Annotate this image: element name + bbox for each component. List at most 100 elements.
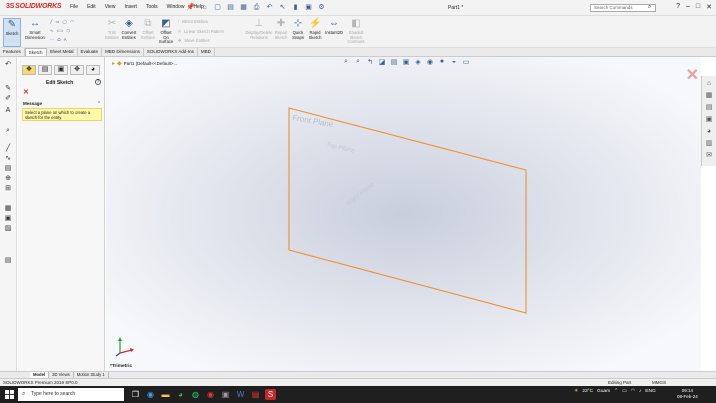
solidworks-resources-icon[interactable]: ⌂ [705, 79, 714, 88]
edge-browser-icon[interactable]: ◉ [145, 389, 156, 400]
search-commands-input[interactable]: Search Commands [590, 4, 656, 12]
open-folder-icon[interactable]: ▤ [226, 3, 235, 12]
front-plane-label[interactable]: Front Plane [292, 113, 335, 129]
layers-icon[interactable]: ▤ [3, 257, 13, 265]
wifi-icon[interactable]: ◠ [631, 389, 635, 394]
message-header[interactable]: Message [23, 101, 103, 106]
image-icon[interactable]: ▨ [3, 225, 13, 233]
ellipse-icon[interactable]: ⬭ [57, 37, 61, 42]
repair-sketch-button[interactable]: ✚ Repair Sketch [273, 18, 289, 40]
top-plane-label[interactable]: Top Plane [326, 141, 356, 155]
menu-file[interactable]: File [70, 4, 78, 10]
mirror-entities-button[interactable]: ⫶ Mirror Entities [178, 19, 208, 24]
tab-evaluate[interactable]: Evaluate [78, 48, 103, 56]
menu-tools[interactable]: Tools [146, 4, 158, 10]
polygon-icon[interactable]: ⬡ [67, 28, 71, 33]
weather-temp[interactable]: 23°C [582, 389, 593, 394]
graphics-area[interactable]: ▸ ◆ Part1 (Default<<Default>... ⌕ ⌕ ↰ ◪ … [106, 57, 701, 371]
pin-icon[interactable]: 📌 [186, 3, 195, 12]
rectangle-icon[interactable]: ▭ [56, 19, 60, 24]
offset-entities-button[interactable]: ⧉ Offset Entities [140, 18, 156, 40]
pdf-icon[interactable]: ▤ [250, 389, 261, 400]
windows-start-icon[interactable] [5, 390, 14, 399]
task-view-icon[interactable]: ❐ [130, 389, 141, 400]
tab-solidworks-add-ins[interactable]: SOLIDWORKS Add-Ins [144, 48, 198, 56]
tab-sheet-metal[interactable]: Sheet Metal [47, 48, 78, 56]
word-icon[interactable]: W [235, 389, 246, 400]
convert-entities-button[interactable]: ◈ Convert Entities [120, 18, 138, 40]
file-explorer-icon[interactable]: ▬ [160, 389, 171, 400]
save-icon[interactable]: ▦ [239, 3, 248, 12]
point-icon[interactable]: ⊕ [3, 175, 13, 183]
minimize-icon[interactable]: – [686, 3, 690, 11]
media-icon[interactable]: ▣ [220, 389, 231, 400]
offset-on-surface-button[interactable]: ◩ Offset On Surface [158, 18, 174, 45]
block-icon[interactable]: ▣ [3, 215, 13, 223]
pencil-icon[interactable]: ✎ [3, 85, 13, 93]
text-icon[interactable]: A [3, 107, 13, 115]
relations-icon[interactable]: ⊞ [3, 185, 13, 193]
trim-entities-button[interactable]: ✂ Trim Entities [104, 18, 120, 40]
volume-icon[interactable]: ♪ [639, 389, 641, 394]
cancel-x-button[interactable]: ✕ [23, 88, 29, 96]
front-plane-outline[interactable] [288, 107, 527, 314]
circle-icon[interactable]: ◯ [63, 19, 68, 24]
line-icon[interactable]: ╱ [3, 145, 13, 153]
design-library-icon[interactable]: ▦ [705, 91, 714, 100]
whatsapp-icon[interactable]: ◍ [190, 389, 201, 400]
appearances-icon[interactable]: ◕ [705, 127, 714, 136]
shaded-sketch-contours-button[interactable]: ◧ Shaded Sketch Contours [345, 18, 367, 45]
property-manager-icon[interactable]: ▤ [38, 65, 52, 75]
network-icon[interactable]: ▭ [622, 389, 627, 394]
select-arrow-icon[interactable]: ↖ [278, 3, 287, 12]
forum-icon[interactable]: ✉ [705, 151, 714, 160]
rapid-sketch-button[interactable]: ⚡ Rapid Sketch [307, 18, 323, 40]
sketch-button[interactable]: ✎ Sketch [3, 18, 21, 47]
help-icon[interactable]: ? [95, 79, 101, 85]
table-icon[interactable]: ▦ [3, 205, 13, 213]
weather-icon[interactable]: ☀ [574, 389, 578, 394]
tab-mbd[interactable]: MBD [198, 48, 215, 56]
language-indicator[interactable]: ENG [645, 389, 655, 394]
weather-desc[interactable]: Guam [597, 389, 610, 394]
centerline-icon[interactable]: ⋯ [50, 37, 54, 42]
tab-features[interactable]: Features [0, 48, 25, 56]
smart-dimension-button[interactable]: ↔ Smart Dimension [24, 18, 46, 40]
linear-pattern-button[interactable]: ⠿ Linear Sketch Pattern [178, 29, 224, 34]
configuration-manager-icon[interactable]: ▣ [54, 65, 68, 75]
home-icon[interactable]: ⌂ [200, 3, 209, 12]
text-tool-icon[interactable]: A [64, 37, 67, 42]
units-selector[interactable]: MMGS [652, 379, 666, 386]
display-delete-relations-button[interactable]: ⊥ Display/Delete Relations [244, 18, 274, 40]
instant2d-button[interactable]: ⇔ Instant2D [324, 18, 344, 36]
menu-edit[interactable]: Edit [87, 4, 96, 10]
curve-icon[interactable]: ∿ [3, 155, 13, 163]
close-icon[interactable]: ✕ [706, 3, 712, 11]
options-gear-icon[interactable]: ⚙ [317, 3, 326, 12]
grid-icon[interactable]: ▤ [3, 165, 13, 173]
quick-snaps-button[interactable]: ⊹ Quick Snaps [290, 18, 306, 40]
chevron-up-icon[interactable]: ⌃ [614, 389, 618, 394]
help-question-icon[interactable]: ? [676, 3, 680, 11]
zoom-icon[interactable]: ⌕ [3, 127, 13, 135]
feature-manager-icon[interactable]: ❖ [22, 65, 36, 75]
right-plane-label[interactable]: Right Plane [345, 181, 376, 207]
custom-properties-icon[interactable]: ▥ [705, 139, 714, 148]
view-palette-icon[interactable]: ▣ [705, 115, 714, 124]
display-manager-icon[interactable]: ◕ [86, 65, 100, 75]
solidworks-logo[interactable]: 3SSOLIDWORKS [6, 3, 62, 10]
solidworks-taskbar-icon[interactable]: S [265, 389, 276, 400]
taskbar-search-input[interactable]: Type here to search [18, 388, 124, 401]
new-document-icon[interactable]: ▢ [213, 3, 222, 12]
taskbar-clock[interactable]: 09:14 08-Feb-24 [677, 388, 698, 400]
arc-icon[interactable]: ◠ [70, 19, 74, 24]
maximize-icon[interactable]: □ [696, 3, 700, 11]
rebuild-icon[interactable]: ▮ [291, 3, 300, 12]
chevron-up-icon[interactable]: ⌃ [97, 101, 101, 107]
undo-icon[interactable]: ↶ [265, 3, 274, 12]
line-icon[interactable]: ╱ [50, 19, 53, 24]
spline-icon[interactable]: ∿ [50, 28, 54, 33]
tab-sketch[interactable]: Sketch [24, 48, 47, 56]
file-explorer-icon[interactable]: ▤ [705, 103, 714, 112]
chrome-icon[interactable]: ◕ [175, 389, 186, 400]
